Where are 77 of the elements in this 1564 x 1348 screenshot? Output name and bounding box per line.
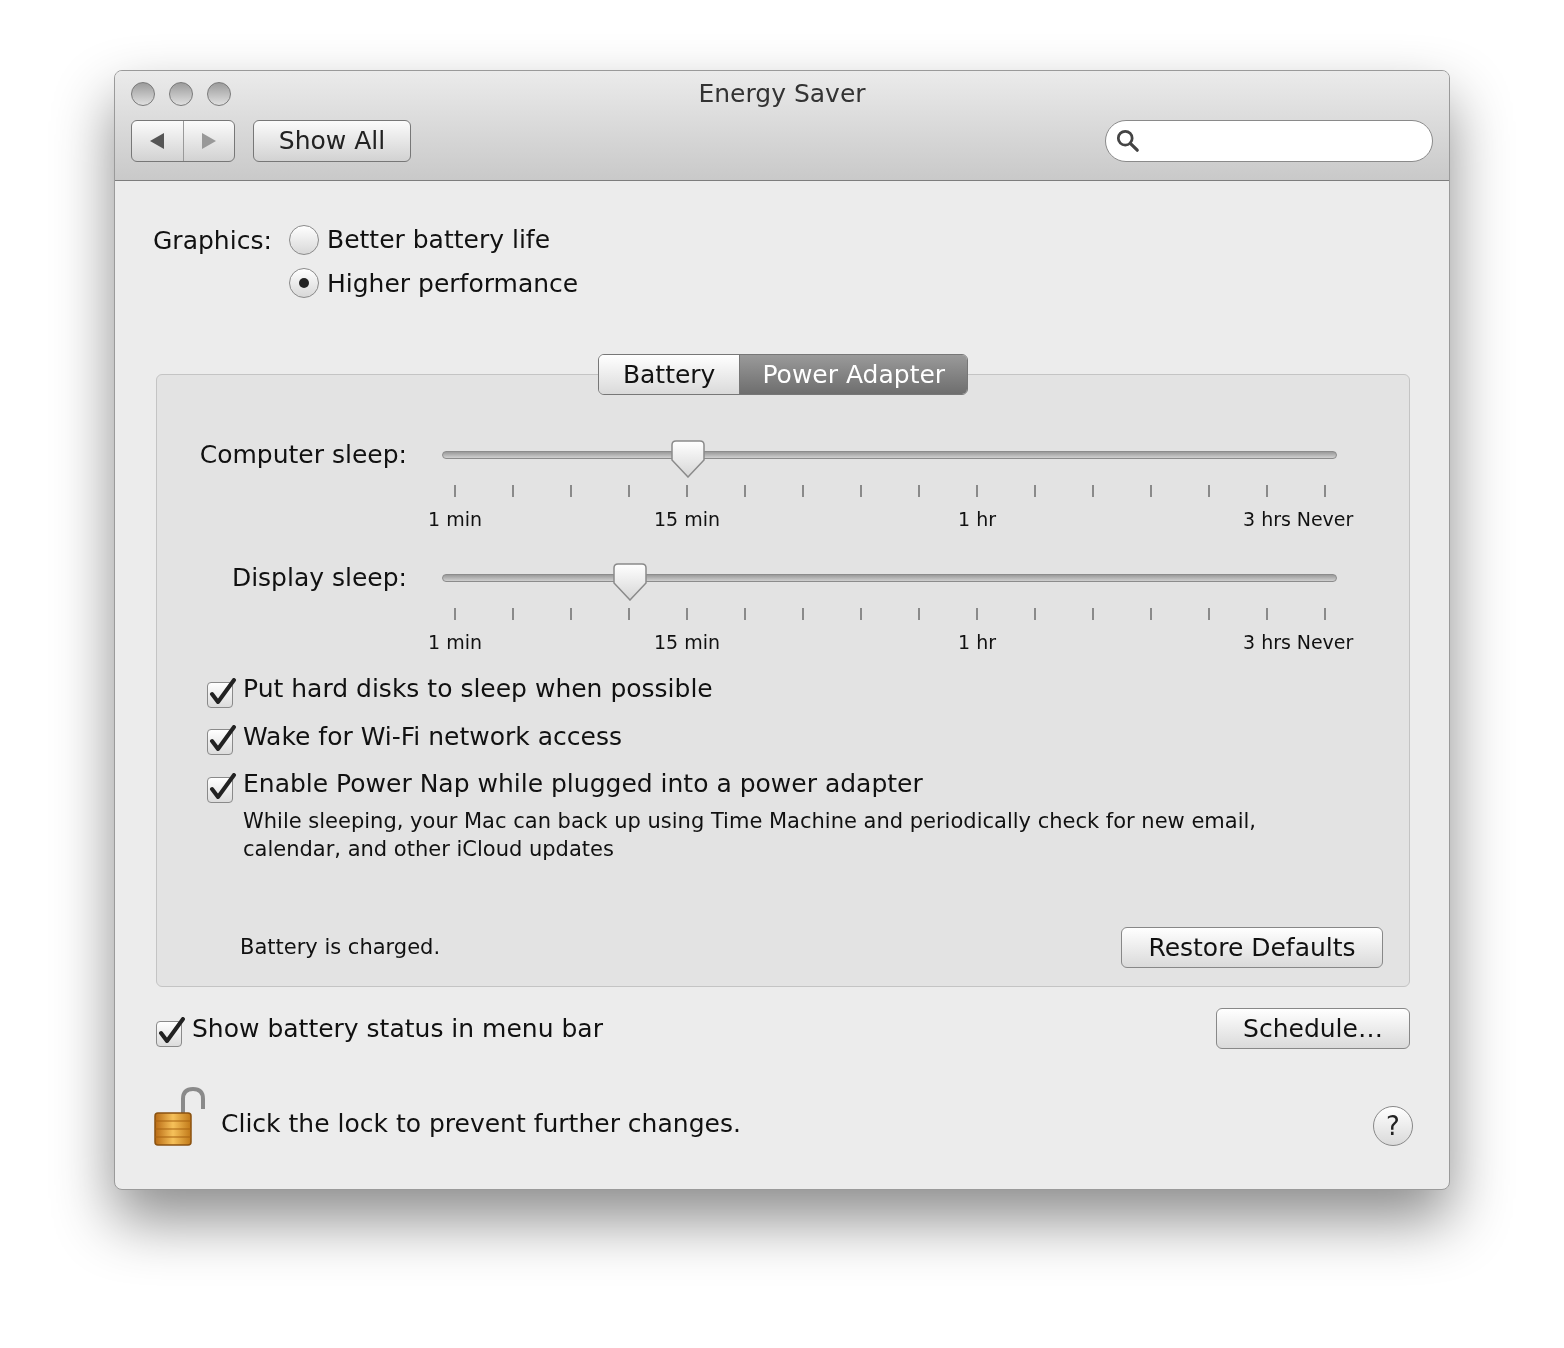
checkbox-label: Show battery status in menu bar [192,1012,603,1045]
slider-thumb[interactable] [670,440,705,478]
checkbox-label: Enable Power Nap while plugged into a power adapter [243,768,923,800]
search-icon [1116,128,1140,154]
tick-mark [1150,485,1152,497]
tick-mark [512,485,514,497]
tick-mark [1092,607,1094,620]
tick-mark [918,607,920,620]
tick-mark [1266,607,1268,620]
tick-mark [512,607,514,620]
graphics-label: Graphics: [153,225,273,257]
tick-mark [1208,607,1210,620]
tick-mark [1324,485,1326,497]
tick-mark [1034,485,1036,497]
checkbox[interactable] [156,1017,186,1048]
tick-mark [686,485,688,497]
tick-mark [628,485,630,497]
tick-label: 3 hrs [1243,629,1291,655]
checkbox-label: Put hard disks to sleep when possible [243,673,713,705]
forward-icon[interactable] [200,132,217,150]
tick-mark [1092,485,1094,497]
tick-label: 1 hr [958,507,996,532]
search-field[interactable] [1105,120,1433,162]
tick-mark [570,485,572,497]
tab[interactable]: Power Adapter [740,355,968,394]
tick-mark [976,607,978,620]
checkbox[interactable] [207,677,237,708]
tick-mark [628,607,630,620]
tick-mark [1266,485,1268,497]
window-title: Energy Saver [698,78,866,111]
tick-mark [454,607,456,620]
tick-mark [744,607,746,620]
tick-mark [1150,607,1152,620]
tick-label: 15 min [654,507,721,532]
radio-label: Higher performance [327,267,579,300]
help-button[interactable]: ? [1373,1106,1413,1146]
lock-message: Click the lock to prevent further changes. [221,1108,741,1141]
tick-mark [860,485,862,497]
slider-thumb[interactable] [612,562,647,601]
back-icon[interactable] [149,132,166,150]
window-control-icon[interactable] [169,82,193,106]
tick-mark [802,607,804,620]
tick-mark [918,485,920,497]
radio-button[interactable] [289,224,319,255]
tick-label: 1 min [428,507,482,532]
tick-mark [860,607,862,620]
checkbox-label: Wake for Wi-Fi network access [243,720,622,753]
tick-label: 1 hr [958,629,996,655]
tick-mark [1324,607,1326,620]
tick-mark [570,607,572,620]
window-control-icon[interactable] [207,82,231,106]
tick-mark [454,485,456,497]
radio-label: Better battery life [327,224,550,256]
tick-mark [686,607,688,620]
checkbox[interactable] [207,725,237,755]
checkbox[interactable] [207,772,237,803]
tick-label: 1 min [428,629,482,655]
tick-mark [1034,607,1036,620]
radio-button[interactable] [289,268,319,299]
window-control-icon[interactable] [131,82,155,106]
tick-label: 15 min [654,629,721,655]
tick-mark [1208,485,1210,497]
schedule-button[interactable]: Schedule… [1216,1008,1410,1049]
slider-label: Display sleep: [230,561,407,594]
option-description: While sleeping, your Mac can back up using Time Machine and periodically check for new email, calendar, and other iCloud updates [243,807,1258,863]
battery-status: Battery is charged. [240,933,441,961]
tick-label: Never [1296,629,1354,655]
show-all-button[interactable]: Show All [253,120,411,162]
tick-mark [976,485,978,497]
restore-defaults-button[interactable]: Restore Defaults [1121,927,1383,968]
tick-mark [744,485,746,497]
tick-label: Never [1296,507,1354,532]
tick-mark [802,485,804,497]
tick-label: 3 hrs [1243,507,1291,532]
padlock-icon[interactable] [153,1087,205,1147]
slider-label: Computer sleep: [198,439,407,472]
tab[interactable]: Battery [598,355,741,394]
